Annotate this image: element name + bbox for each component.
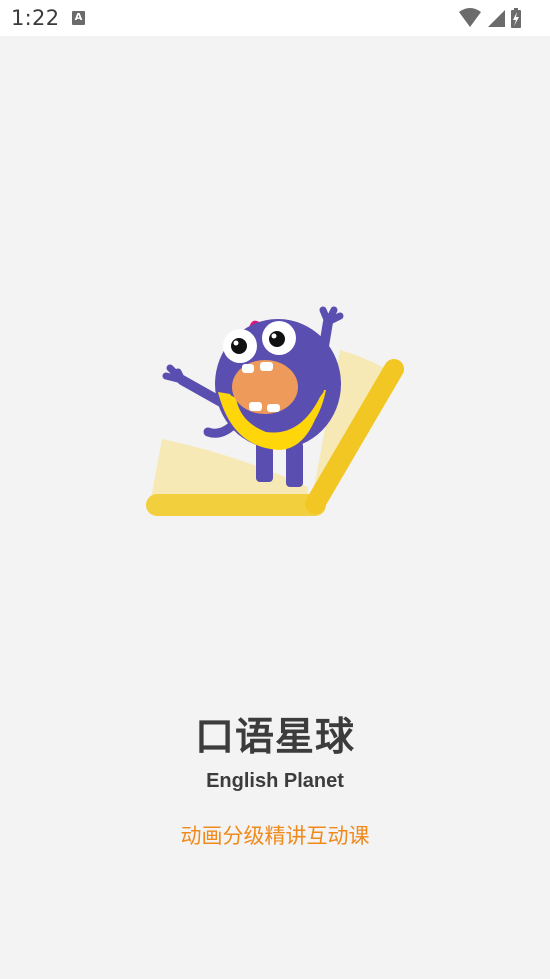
monster-leg-right bbox=[286, 442, 303, 487]
book-spine-bottom bbox=[146, 494, 326, 516]
status-icons bbox=[459, 8, 521, 28]
monster-tooth-2 bbox=[260, 362, 273, 371]
monster-tooth-3 bbox=[249, 402, 262, 411]
app-subtitle: English Planet bbox=[206, 770, 344, 792]
notification-a-icon: A bbox=[72, 11, 85, 25]
app-tagline: 动画分级精讲互动课 bbox=[180, 824, 370, 848]
wifi-icon bbox=[459, 8, 481, 27]
status-bar: 1:22 A bbox=[0, 0, 550, 36]
monster-hand-left bbox=[162, 364, 186, 384]
status-time: 1:22 bbox=[11, 6, 60, 30]
cellular-signal-icon bbox=[488, 10, 505, 27]
battery-charging-icon bbox=[511, 8, 521, 28]
mascot-illustration bbox=[146, 306, 404, 516]
monster-hand-right bbox=[319, 306, 344, 326]
notification-a-letter: A bbox=[74, 12, 83, 23]
app-title: 口语星球 bbox=[194, 715, 355, 760]
monster-tooth-1 bbox=[242, 364, 254, 373]
monster-tooth-4 bbox=[267, 404, 280, 412]
